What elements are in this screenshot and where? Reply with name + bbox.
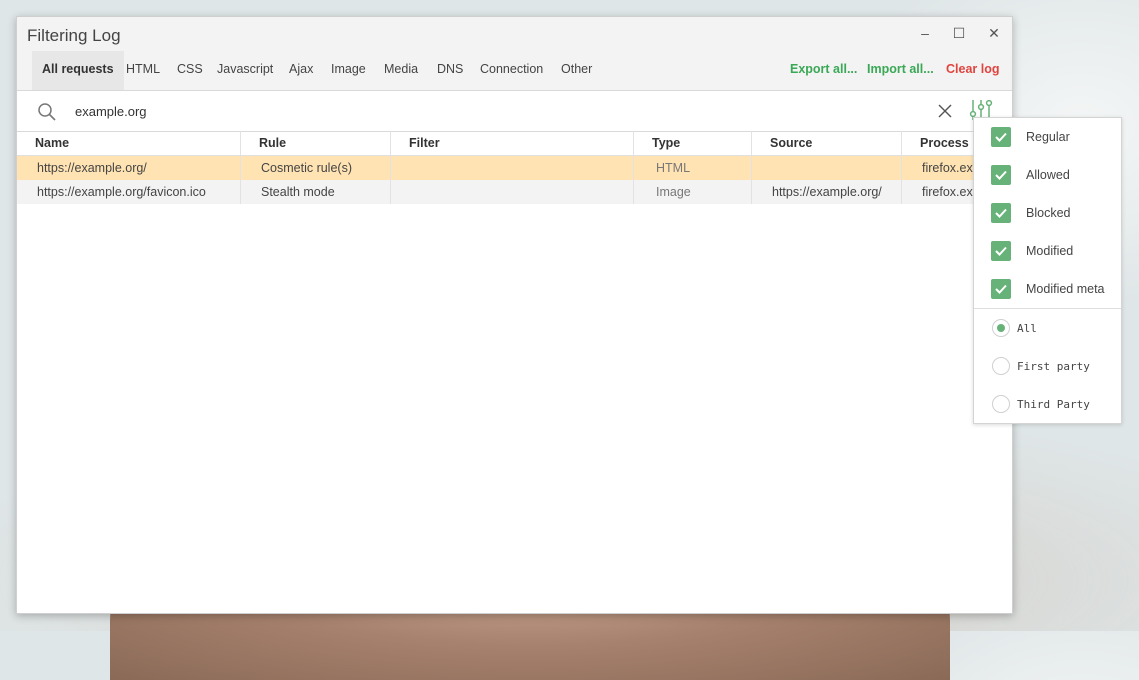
maximize-button[interactable]: ☐ — [948, 23, 970, 43]
tab-css[interactable]: CSS — [167, 51, 213, 90]
checkbox-label: Allowed — [1026, 168, 1070, 182]
title-bar: Filtering Log – ☐ ✕ — [17, 17, 1012, 51]
checkbox-regular[interactable]: Regular — [974, 118, 1121, 156]
column-header-rule[interactable]: Rule — [241, 131, 391, 155]
column-header-name[interactable]: Name — [17, 131, 241, 155]
export-all-button[interactable]: Export all... — [790, 51, 857, 90]
checkbox-modified[interactable]: Modified — [974, 232, 1121, 270]
minimize-button[interactable]: – — [914, 23, 936, 43]
tab-dns[interactable]: DNS — [427, 51, 473, 90]
radio-third-party[interactable]: Third Party — [974, 386, 1121, 424]
cell-type: HTML — [634, 156, 752, 180]
cell-rule: Cosmetic rule(s) — [241, 156, 391, 180]
tab-media[interactable]: Media — [374, 51, 428, 90]
radio-selected-dot — [997, 324, 1005, 332]
clear-log-button[interactable]: Clear log — [946, 51, 1000, 90]
filtering-log-window: Filtering Log – ☐ ✕ All requests HTML CS… — [16, 16, 1013, 614]
table-row[interactable]: https://example.org/favicon.ico Stealth … — [17, 180, 1012, 204]
table-row[interactable]: https://example.org/ Cosmetic rule(s) HT… — [17, 156, 1012, 180]
column-header-filter[interactable]: Filter — [391, 131, 634, 155]
log-table: Name Rule Filter Type Source Process htt… — [17, 131, 1012, 204]
tab-image[interactable]: Image — [321, 51, 376, 90]
cell-name: https://example.org/ — [17, 156, 241, 180]
cell-filter — [391, 156, 634, 180]
tab-bar: All requests HTML CSS Javascript Ajax Im… — [17, 51, 1012, 91]
tab-javascript[interactable]: Javascript — [207, 51, 283, 90]
checkbox-label: Regular — [1026, 130, 1070, 144]
radio-label: First party — [1017, 360, 1090, 373]
cell-source — [752, 156, 902, 180]
tab-html[interactable]: HTML — [116, 51, 170, 90]
radio-label: All — [1017, 322, 1037, 335]
column-header-type[interactable]: Type — [634, 131, 752, 155]
cell-rule: Stealth mode — [241, 180, 391, 204]
checkbox-allowed[interactable]: Allowed — [974, 156, 1121, 194]
cell-filter — [391, 180, 634, 204]
close-icon[interactable] — [937, 103, 953, 122]
checkmark-icon — [991, 279, 1011, 299]
cell-type: Image — [634, 180, 752, 204]
filter-popup: Regular Allowed Blocked Modified Modifie… — [973, 117, 1122, 424]
radio-all[interactable]: All — [974, 310, 1121, 348]
window-title: Filtering Log — [27, 26, 121, 45]
cell-name: https://example.org/favicon.ico — [17, 180, 241, 204]
close-window-button[interactable]: ✕ — [983, 23, 1005, 43]
checkmark-icon — [991, 203, 1011, 223]
search-input[interactable] — [73, 99, 677, 123]
tab-all-requests[interactable]: All requests — [32, 51, 124, 90]
radio-button — [992, 395, 1010, 413]
radio-button — [992, 357, 1010, 375]
radio-label: Third Party — [1017, 398, 1090, 411]
table-header: Name Rule Filter Type Source Process — [17, 131, 1012, 156]
column-header-source[interactable]: Source — [752, 131, 902, 155]
radio-button — [992, 319, 1010, 337]
radio-first-party[interactable]: First party — [974, 348, 1121, 386]
checkmark-icon — [991, 241, 1011, 261]
search-bar — [17, 91, 1012, 132]
search-icon — [37, 102, 57, 125]
tab-connection[interactable]: Connection — [470, 51, 553, 90]
tab-other[interactable]: Other — [551, 51, 602, 90]
checkmark-icon — [991, 165, 1011, 185]
cell-source: https://example.org/ — [752, 180, 902, 204]
checkbox-modified-meta[interactable]: Modified meta — [974, 270, 1121, 308]
checkbox-blocked[interactable]: Blocked — [974, 194, 1121, 232]
import-all-button[interactable]: Import all... — [867, 51, 934, 90]
tab-ajax[interactable]: Ajax — [279, 51, 323, 90]
popup-divider — [974, 308, 1121, 309]
checkbox-label: Blocked — [1026, 206, 1071, 220]
checkbox-label: Modified — [1026, 244, 1074, 258]
checkbox-label: Modified meta — [1026, 282, 1105, 296]
checkmark-icon — [991, 127, 1011, 147]
